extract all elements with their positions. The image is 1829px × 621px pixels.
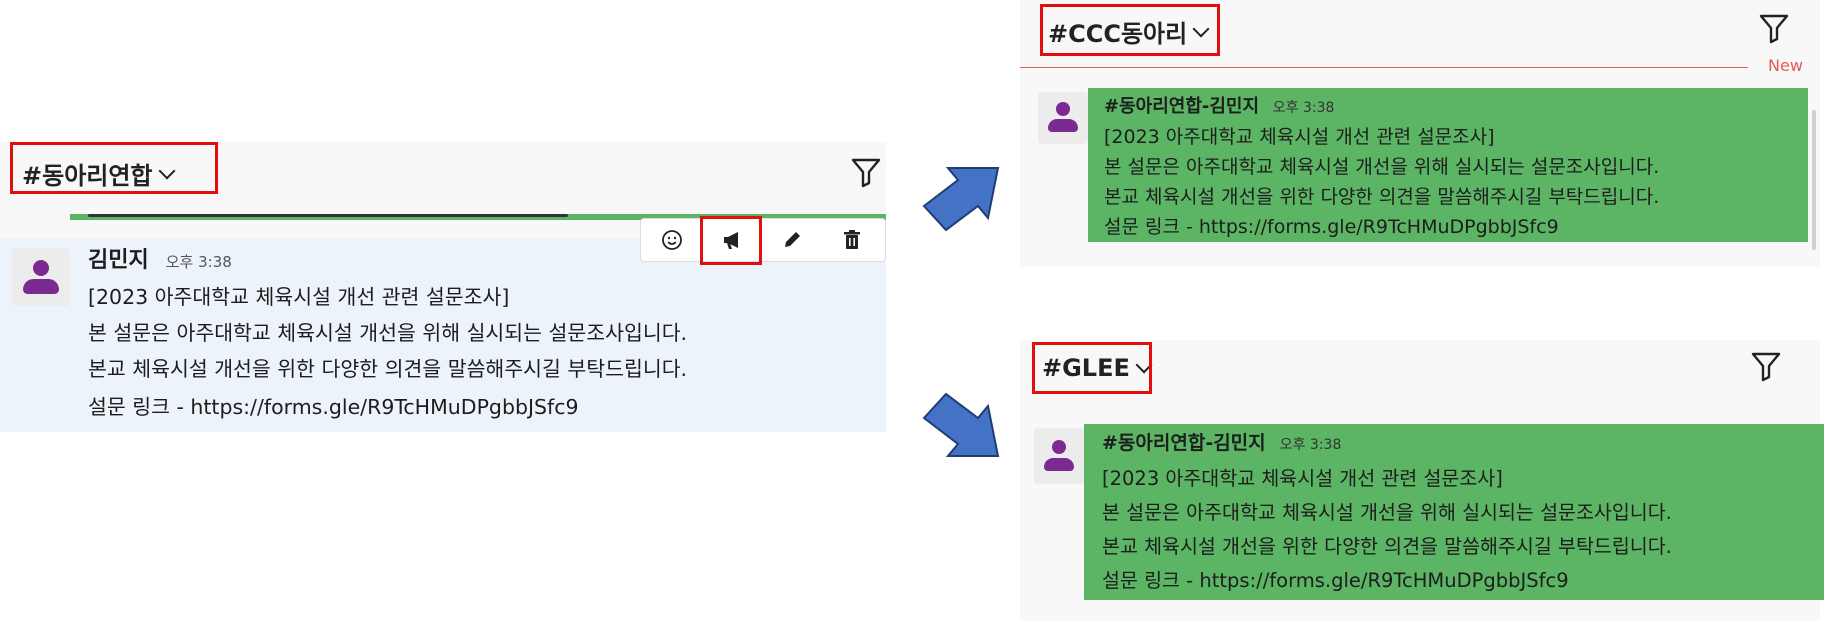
timestamp: 오후 3:38 (1279, 437, 1342, 453)
scrollbar[interactable] (1812, 110, 1816, 250)
arrow-to-bottom-right-icon (922, 392, 1000, 457)
message-line-1: [2023 아주대학교 체육시설 개선 관련 설문조사] (1104, 126, 1495, 148)
message-line-2: 본 설문은 아주대학교 체육시설 개선을 위해 실시되는 설문조사입니다. (1102, 501, 1672, 524)
message-line-2: 본 설문은 아주대학교 체육시설 개선을 위해 실시되는 설문조사입니다. (1104, 156, 1660, 178)
emoji-button[interactable] (647, 222, 697, 258)
delete-button[interactable] (827, 222, 877, 258)
new-label: New (1768, 56, 1803, 75)
filter-icon[interactable] (1750, 350, 1782, 382)
arrow-to-top-right-icon (922, 167, 1000, 232)
highlight-channel-title-top-right (1040, 4, 1220, 56)
filter-icon[interactable] (850, 156, 882, 188)
highlight-forward-button (700, 216, 762, 265)
avatar[interactable] (1038, 92, 1088, 144)
timestamp: 오후 3:38 (1272, 100, 1335, 116)
highlight-channel-title-bottom-right (1032, 342, 1152, 394)
message-header: #동아리연합-김민지 오후 3:38 (1104, 92, 1334, 118)
message-line-3: 본교 체육시설 개선을 위한 다양한 의견을 말씀해주시길 부탁드립니다. (1102, 535, 1672, 558)
message-line-3: 본교 체육시설 개선을 위한 다양한 의견을 말씀해주시길 부탁드립니다. (1104, 186, 1660, 208)
pencil-icon (785, 232, 800, 247)
message-line-4[interactable]: 설문 링크 - https://forms.gle/R9TcHMuDPgbbJS… (1102, 564, 1569, 593)
emoji-icon (662, 230, 682, 250)
avatar[interactable] (1034, 428, 1084, 484)
message-line-3: 본교 체육시설 개선을 위한 다양한 의견을 말씀해주시길 부탁드립니다. (88, 357, 688, 381)
avatar[interactable] (12, 248, 70, 306)
new-messages-divider (1020, 67, 1748, 68)
previous-message-dark-bar (88, 214, 568, 217)
message-header: 김민지 오후 3:38 (88, 242, 232, 274)
timestamp: 오후 3:38 (165, 253, 232, 271)
message-line-4[interactable]: 설문 링크 - https://forms.gle/R9TcHMuDPgbbJS… (88, 390, 579, 420)
filter-icon[interactable] (1758, 12, 1790, 44)
message-line-4[interactable]: 설문 링크 - https://forms.gle/R9TcHMuDPgbbJS… (1104, 212, 1559, 239)
author-name[interactable]: #동아리연합-김민지 (1104, 96, 1259, 117)
message-toolbar (640, 218, 886, 262)
message-line-1: [2023 아주대학교 체육시설 개선 관련 설문조사] (88, 285, 510, 309)
edit-button[interactable] (767, 222, 817, 258)
message-line-1: [2023 아주대학교 체육시설 개선 관련 설문조사] (1102, 467, 1503, 490)
highlight-channel-title-left (10, 142, 218, 194)
author-name[interactable]: #동아리연합-김민지 (1102, 432, 1266, 454)
message-line-2: 본 설문은 아주대학교 체육시설 개선을 위해 실시되는 설문조사입니다. (88, 321, 688, 345)
trash-icon (844, 230, 860, 249)
author-name[interactable]: 김민지 (88, 248, 149, 273)
message-header: #동아리연합-김민지 오후 3:38 (1102, 428, 1341, 455)
